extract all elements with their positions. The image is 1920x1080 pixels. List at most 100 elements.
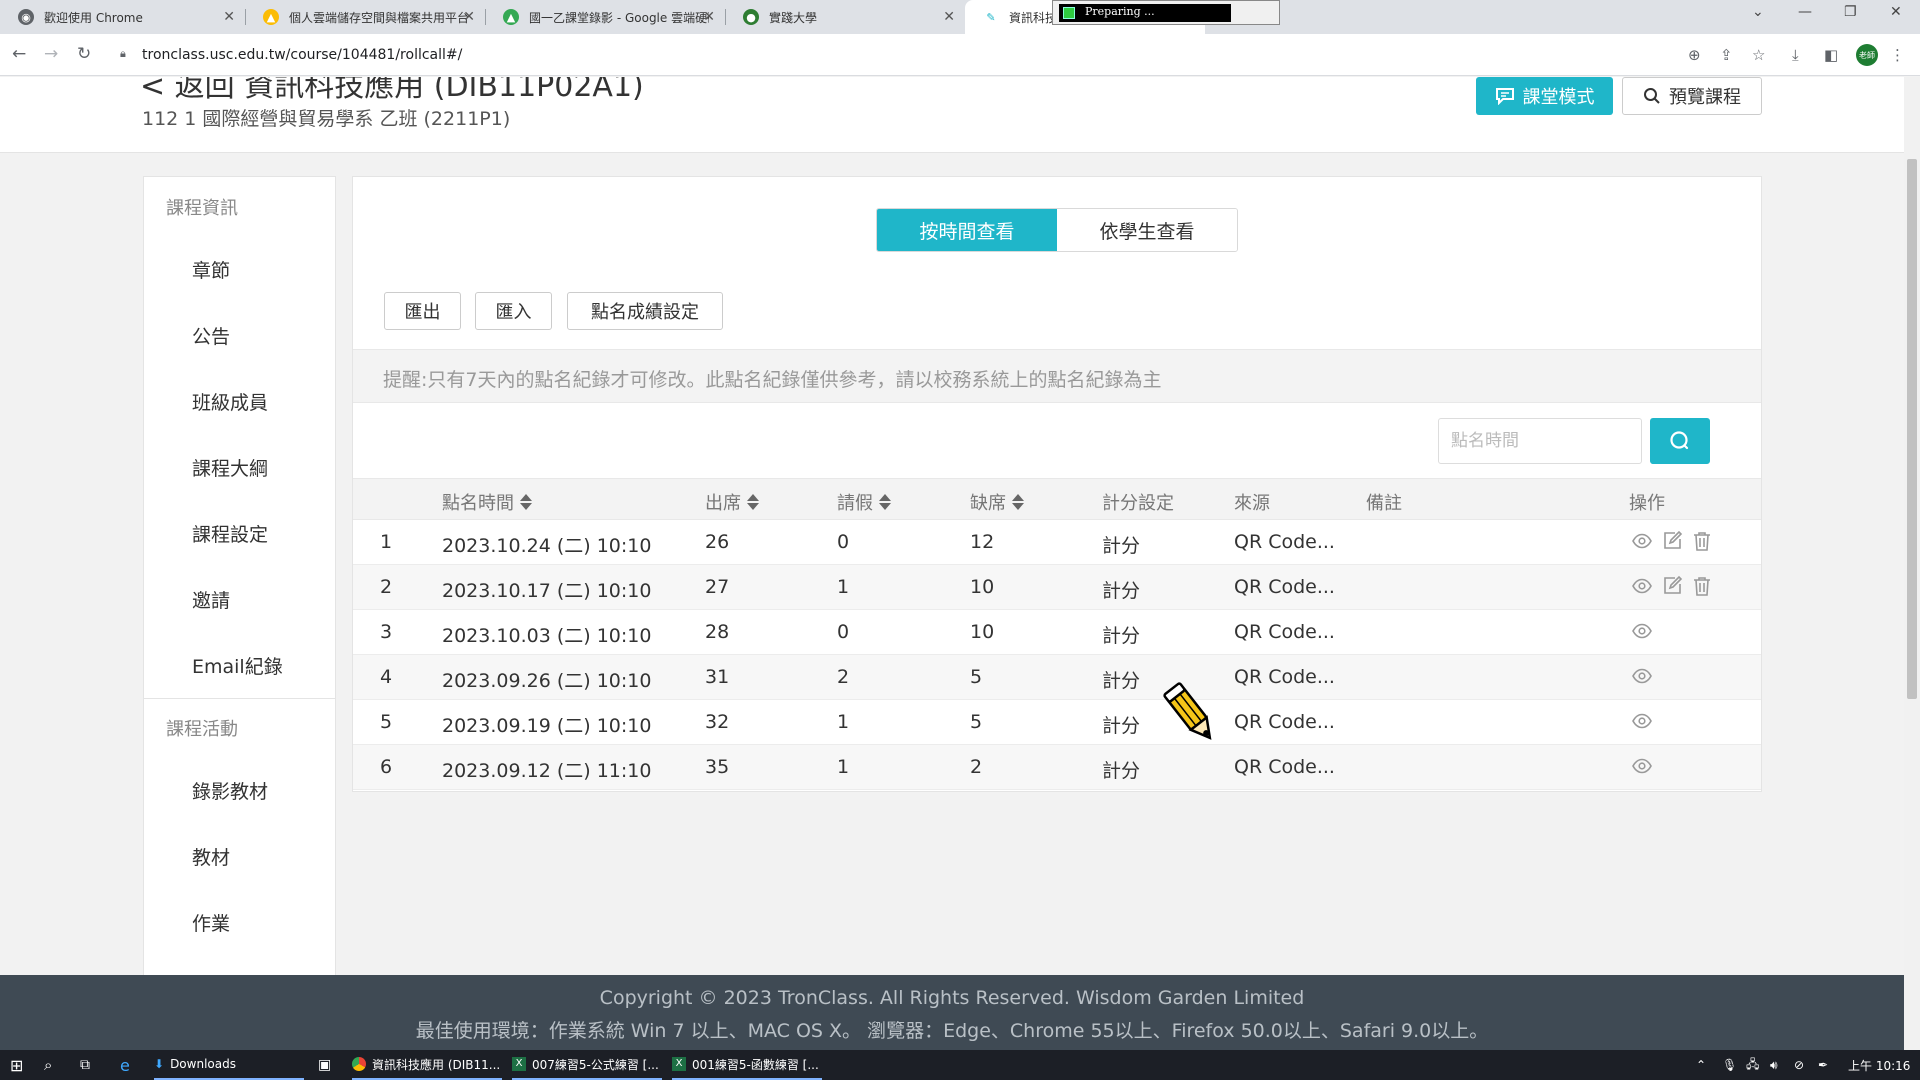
chrome-icon: ◉: [18, 9, 34, 25]
profile-avatar[interactable]: 老師: [1856, 44, 1878, 66]
close-icon[interactable]: ✕: [943, 9, 955, 25]
export-button[interactable]: 匯出: [384, 292, 461, 330]
tab-by-time[interactable]: 按時間查看: [877, 209, 1057, 251]
cell-absent: 5: [970, 666, 983, 688]
tab-google-drive[interactable]: ▲ 國一乙課堂錄影 - Google 雲端硬碟 ✕: [485, 0, 725, 34]
preparing-popup: Preparing ...: [1052, 0, 1280, 25]
edge-icon[interactable]: e: [120, 1050, 130, 1080]
bookmark-star-icon[interactable]: ☆: [1752, 46, 1765, 64]
col-present-header[interactable]: 出席: [705, 489, 759, 515]
edit-icon[interactable]: [1661, 575, 1683, 597]
microphone-icon[interactable]: 🎙︎: [1722, 1050, 1737, 1080]
side-panel-icon[interactable]: ◧: [1824, 46, 1838, 64]
col-leave-header[interactable]: 請假: [837, 489, 891, 515]
score-settings-button[interactable]: 點名成績設定: [567, 292, 723, 330]
windows-start-icon[interactable]: ⊞: [10, 1050, 23, 1080]
delete-icon[interactable]: [1691, 575, 1713, 597]
edit-icon[interactable]: [1661, 530, 1683, 552]
page-footer: Copyright © 2023 TronClass. All Rights R…: [0, 975, 1904, 1050]
preview-course-button[interactable]: 預覽課程: [1622, 77, 1762, 115]
view-icon[interactable]: [1631, 665, 1653, 687]
class-mode-button[interactable]: 課堂模式: [1476, 77, 1613, 115]
scrollbar-thumb[interactable]: [1907, 159, 1917, 699]
forward-icon[interactable]: →: [44, 44, 58, 64]
close-icon[interactable]: ✕: [703, 9, 715, 25]
excel-icon: X: [672, 1057, 686, 1071]
network-icon[interactable]: 🖧︎: [1746, 1050, 1759, 1080]
taskbar-excel-window-2[interactable]: X 001練習5-函數練習 [...: [672, 1050, 822, 1080]
taskbar-excel-window-1[interactable]: X 007練習5-公式練習 [...: [512, 1050, 662, 1080]
footer-copyright: Copyright © 2023 TronClass. All Rights R…: [599, 987, 1305, 1009]
rollcall-panel: 按時間查看 依學生查看 匯出 匯入 點名成績設定 提醒:只有7天內的點名紀錄才可…: [352, 176, 1762, 792]
sidebar-item-email-log[interactable]: Email紀錄: [192, 652, 283, 679]
restore-icon[interactable]: ❐: [1844, 4, 1857, 20]
table-row: 5 2023.09.19 (二) 10:10 32 1 5 計分 QR Code...: [353, 700, 1761, 745]
sidebar-item-announcements[interactable]: 公告: [192, 322, 230, 349]
table-row: 1 2023.10.24 (二) 10:10 26 0 12 計分 QR Code...: [353, 520, 1761, 565]
preparing-label: Preparing ...: [1085, 5, 1155, 18]
tab-search-icon[interactable]: ⌄: [1752, 4, 1764, 20]
back-icon[interactable]: ←: [12, 44, 26, 64]
page-scrollbar[interactable]: [1904, 77, 1920, 1050]
menu-icon[interactable]: ⋮: [1890, 46, 1905, 64]
browser-toolbar: ← → ↻ 🔒︎ tronclass.usc.edu.tw/course/104…: [0, 34, 1920, 76]
tab-by-student[interactable]: 依學生查看: [1057, 209, 1237, 251]
tab-label: 國一乙課堂錄影 - Google 雲端硬碟: [529, 10, 709, 25]
cell-scoring: 計分: [1102, 715, 1141, 737]
download-icon[interactable]: ⤓: [1792, 46, 1799, 64]
cell-scoring: 計分: [1102, 580, 1141, 602]
usc-logo-icon: ●: [743, 9, 759, 25]
cell-present: 35: [705, 756, 730, 778]
table-row: 6 2023.09.12 (二) 11:10 35 1 2 計分 QR Code...: [353, 745, 1761, 790]
cell-time: 2023.10.17 (二) 10:10: [442, 580, 652, 602]
search-button[interactable]: [1650, 418, 1710, 464]
view-icon[interactable]: [1631, 710, 1653, 732]
address-bar[interactable]: 🔒︎ tronclass.usc.edu.tw/course/104481/ro…: [112, 39, 1748, 71]
search-icon[interactable]: ⌕: [44, 1050, 52, 1080]
col-time-header[interactable]: 點名時間: [442, 489, 532, 515]
share-icon[interactable]: ⇪: [1720, 46, 1733, 64]
taskbar-clock: 上午 10:16: [1848, 1059, 1911, 1073]
view-icon[interactable]: [1631, 530, 1653, 552]
cell-source: QR Code...: [1234, 756, 1335, 778]
taskbar-downloads[interactable]: ⬇ Downloads: [154, 1050, 304, 1080]
sidebar-item-invite[interactable]: 邀請: [192, 586, 230, 613]
course-title[interactable]: < 返回 資訊科技應用 (DIB11P02A1): [140, 77, 644, 105]
minimize-icon[interactable]: —: [1798, 4, 1812, 20]
sidebar-item-materials[interactable]: 教材: [192, 843, 230, 870]
cell-absent: 2: [970, 756, 983, 778]
sidebar-item-members[interactable]: 班級成員: [192, 388, 268, 415]
rollcall-time-search-input[interactable]: [1438, 418, 1642, 464]
close-icon[interactable]: ✕: [223, 9, 235, 25]
window-close-icon[interactable]: ✕: [1890, 4, 1902, 20]
col-absent-header[interactable]: 缺席: [970, 489, 1024, 515]
tray-chevron-icon[interactable]: ⌃: [1696, 1050, 1706, 1080]
sort-icon: [1012, 494, 1024, 510]
taskbar-chrome-window[interactable]: 資訊科技應用 (DIB11...: [352, 1050, 502, 1080]
view-icon[interactable]: [1631, 575, 1653, 597]
pen-icon[interactable]: ✒: [1818, 1050, 1828, 1080]
delete-icon[interactable]: [1691, 530, 1713, 552]
zoom-icon[interactable]: ⊕: [1688, 46, 1701, 64]
security-icon[interactable]: ⊘: [1794, 1050, 1804, 1080]
tab-cloud-storage[interactable]: ▲ 個人雲端儲存空間與檔案共用平台 ✕: [245, 0, 485, 34]
sidebar-item-chapters[interactable]: 章節: [192, 256, 230, 283]
sidebar-item-videos[interactable]: 錄影教材: [192, 777, 268, 804]
tab-usc[interactable]: ● 實踐大學 ✕: [725, 0, 965, 34]
tab-welcome-chrome[interactable]: ◉ 歡迎使用 Chrome ✕: [0, 0, 245, 34]
sort-icon: [879, 494, 891, 510]
import-button[interactable]: 匯入: [475, 292, 552, 330]
reload-icon[interactable]: ↻: [77, 44, 91, 64]
store-icon[interactable]: ▣: [318, 1050, 331, 1080]
volume-icon[interactable]: 🔊︎: [1770, 1050, 1778, 1080]
sidebar-item-syllabus[interactable]: 課程大綱: [192, 454, 268, 481]
sidebar-item-settings[interactable]: 課程設定: [192, 520, 268, 547]
col-present-label: 出席: [705, 493, 741, 514]
task-view-icon[interactable]: ⧉: [80, 1050, 90, 1080]
close-icon[interactable]: ✕: [463, 9, 475, 25]
col-scoring-header: 計分設定: [1102, 493, 1174, 514]
view-icon[interactable]: [1631, 755, 1653, 777]
cell-time: 2023.09.19 (二) 10:10: [442, 715, 652, 737]
view-icon[interactable]: [1631, 620, 1653, 642]
sidebar-item-homework[interactable]: 作業: [192, 909, 230, 936]
